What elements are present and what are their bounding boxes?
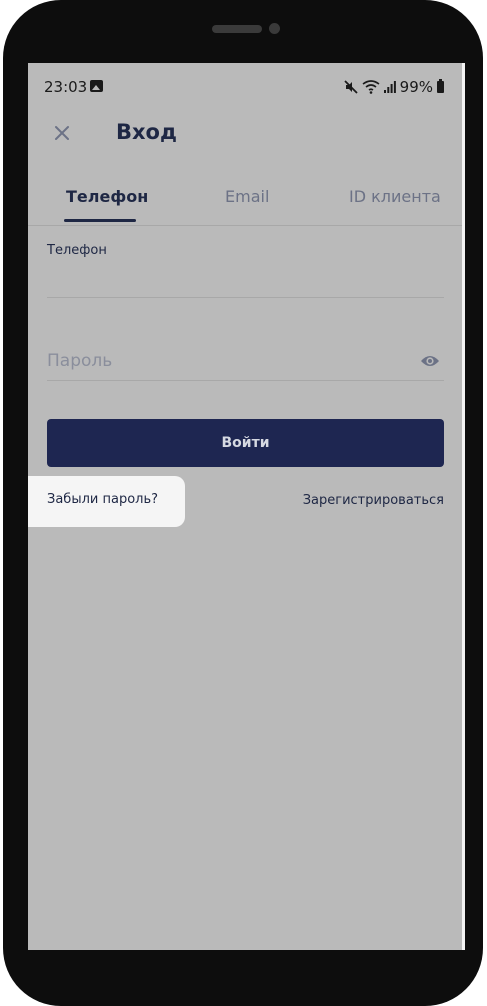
header: Вход	[28, 111, 462, 161]
screen-edge	[462, 63, 465, 950]
battery-percent: 99%	[399, 78, 433, 96]
signal-icon	[383, 81, 396, 93]
forgot-password-link[interactable]: Забыли пароль?	[47, 492, 158, 507]
phone-field: Телефон	[47, 241, 444, 298]
phone-frame: 23:03 99% Вход Телефон Email ID клиента …	[3, 0, 483, 1006]
login-button[interactable]: Войти	[47, 419, 444, 467]
wifi-icon	[362, 80, 380, 94]
password-field	[47, 346, 444, 381]
tab-client-id[interactable]: ID клиента	[349, 187, 441, 206]
page-title: Вход	[116, 120, 177, 144]
phone-label: Телефон	[47, 243, 107, 258]
tab-email[interactable]: Email	[225, 187, 269, 206]
close-icon[interactable]	[48, 119, 76, 147]
mute-icon	[344, 80, 358, 94]
login-tabs: Телефон Email ID клиента	[28, 173, 462, 226]
status-bar: 23:03 99%	[28, 63, 462, 111]
phone-speaker	[212, 25, 262, 33]
gallery-icon	[90, 80, 103, 92]
phone-camera	[269, 23, 280, 34]
register-link[interactable]: Зарегистрироваться	[303, 493, 444, 508]
tab-phone[interactable]: Телефон	[66, 187, 148, 206]
battery-icon	[437, 79, 444, 93]
forgot-password-highlight: Забыли пароль?	[28, 476, 185, 527]
phone-input[interactable]	[47, 263, 444, 293]
eye-icon[interactable]	[420, 353, 440, 369]
active-tab-indicator	[64, 219, 136, 222]
status-icons: 99%	[344, 78, 444, 96]
password-input[interactable]	[47, 346, 407, 376]
screen: 23:03 99% Вход Телефон Email ID клиента …	[28, 63, 465, 950]
status-time: 23:03	[44, 78, 88, 96]
